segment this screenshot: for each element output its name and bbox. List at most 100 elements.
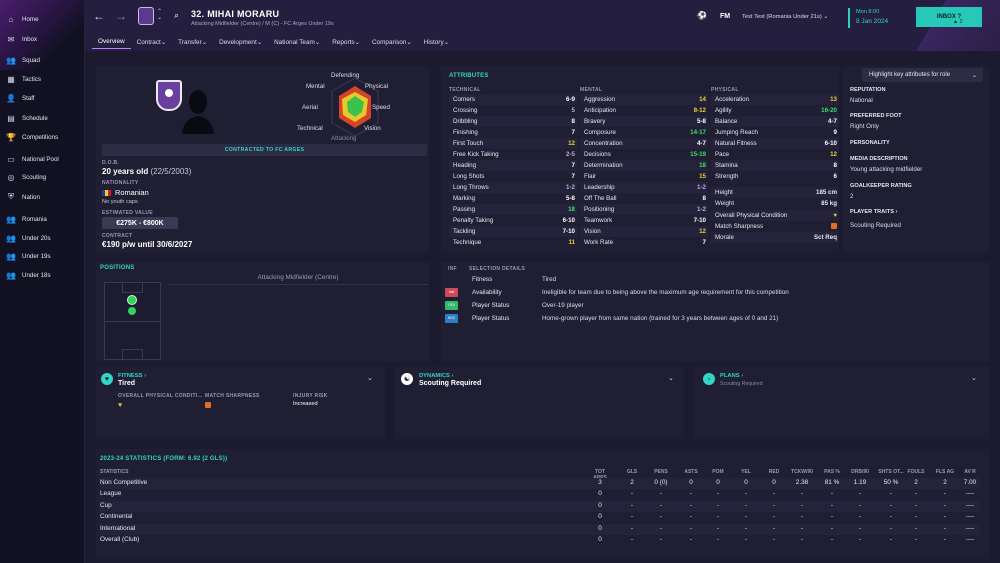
attribute-row[interactable]: Corners 6-9 [449,94,577,105]
tab-development[interactable]: Development ⌄ [213,35,268,49]
attribute-row[interactable]: Aggression 14 [580,94,708,105]
pitch-diagram[interactable] [104,282,161,360]
attribute-row[interactable]: Long Throws 1-2 [449,182,577,193]
sidebar-item-inbox[interactable]: ✉ Inbox [6,32,38,46]
stat-header-cell[interactable]: FLS AG [935,469,955,475]
attribute-row[interactable]: Heading 7 [449,160,577,171]
contract-value[interactable]: €190 p/w until 30/6/2027 [102,240,192,249]
sidebar-item-under-20s[interactable]: 👥 Under 20s [6,231,51,245]
contract-status-banner[interactable]: CONTRACTED TO FC ARGES [102,144,427,156]
tab-history[interactable]: History ⌄ [418,35,455,49]
attribute-row[interactable]: Passing 18 [449,204,577,215]
nationality-value[interactable]: Romanian [102,188,149,197]
stat-header-cell[interactable]: PENS [647,469,675,475]
plans-title[interactable]: PLANS › [720,373,743,379]
selection-row[interactable]: Fitness Tired [445,273,556,285]
fitness-title[interactable]: FITNESS › [118,373,146,379]
attribute-row[interactable]: Finishing 7 [449,127,577,138]
player-traits-link[interactable]: PLAYER TRAITS › [850,209,897,215]
stat-row[interactable]: League 0- - - - - - - - - - - - ---- [100,489,980,500]
attribute-row[interactable]: Determination 18 [580,160,708,171]
tab-contract[interactable]: Contract ⌄ [131,35,173,49]
attribute-row[interactable]: Penalty Taking 6-10 [449,215,577,226]
sidebar-item-romania[interactable]: 👥 Romania [6,212,47,226]
player-switch-icon[interactable]: ⌃ ⌄ [157,9,162,21]
attribute-row[interactable]: Leadership 1-2 [580,182,708,193]
stat-header-cell[interactable]: AV R [960,469,980,475]
tab-comparison[interactable]: Comparison ⌄ [366,35,418,49]
sidebar-item-squad[interactable]: 👥 Squad [6,53,40,67]
attribute-row[interactable]: Pace 12 [711,149,839,160]
manager-name[interactable]: Test Test (Romania Under 21s) ⌄ [742,14,828,20]
back-arrow-icon[interactable]: ← [93,9,105,23]
attribute-row[interactable]: Vision 12 [580,226,708,237]
stat-header-cell[interactable]: DRB/90 [849,469,871,475]
attribute-row[interactable]: Concentration 4-7 [580,138,708,149]
dynamics-title[interactable]: DYNAMICS › [419,373,453,379]
attribute-row[interactable]: Marking 5-8 [449,193,577,204]
stat-header-cell[interactable]: FOULS [906,469,926,475]
highlight-role-dropdown[interactable]: Highlight key attributes for role ⌄ [862,68,983,82]
attribute-row[interactable]: Composure 14-17 [580,127,708,138]
attribute-row[interactable]: Bravery 5-8 [580,116,708,127]
stat-header-cell[interactable]: SHTS OT... [877,469,905,475]
attribute-row[interactable]: Jumping Reach 9 [711,127,839,138]
sidebar-item-scouting[interactable]: ◎ Scouting [6,170,47,184]
attribute-row[interactable]: Work Rate 7 [580,237,708,248]
forward-arrow-icon[interactable]: → [115,9,127,23]
tab-reports[interactable]: Reports ⌄ [326,35,366,49]
tab-national-team[interactable]: National Team ⌄ [268,35,326,49]
attribute-row[interactable]: Flair 15 [580,171,708,182]
stat-row[interactable]: Non Competitive 3 2 0 (0) 0 0 0 0 2.38 81 % 1.19 50… [100,478,980,489]
attribute-row[interactable]: Free Kick Taking 2-5 [449,149,577,160]
sidebar-item-competitions[interactable]: 🏆 Competitions [6,130,58,144]
stat-row[interactable]: Cup 0- - - - - - - - - - - - ---- [100,500,980,512]
stat-row[interactable]: Continental 0- - - - - - - - - - - - ---- [100,512,980,523]
sidebar-item-schedule[interactable]: ▤ Schedule [6,111,48,125]
attribute-row[interactable]: Decisions 15-19 [580,149,708,160]
stat-header-cell[interactable]: YEL [736,469,756,475]
attribute-row[interactable]: Crossing 5 [449,105,577,116]
attribute-row[interactable]: Teamwork 7-10 [580,215,708,226]
attribute-row[interactable]: Strength 6 [711,171,839,182]
stat-header-cell[interactable]: RED [764,469,784,475]
stat-row[interactable]: International 0- - - - - - - - - - - - ---- [100,523,980,535]
club-badge-icon[interactable] [138,7,154,25]
chevron-down-icon[interactable]: ⌄ [668,374,674,382]
attribute-row[interactable]: Agility 16-20 [711,105,839,116]
sidebar-item-nation[interactable]: ⛨ Nation [6,190,40,204]
chevron-down-icon[interactable]: ⌄ [367,374,373,382]
attribute-row[interactable]: Positioning 1-2 [580,204,708,215]
attribute-row[interactable]: Acceleration 13 [711,94,839,105]
stat-header-cell[interactable]: PAS % [820,469,844,475]
date-box[interactable]: Mon 8:00 8 Jan 2024 [848,8,908,28]
stat-header-cell[interactable]: POM [708,469,728,475]
stat-header-cell[interactable]: STATISTICS [100,469,300,475]
chevron-down-icon[interactable]: ⌄ [971,374,977,382]
football-icon[interactable]: ⚽ [697,11,707,20]
attribute-row[interactable]: First Touch 12 [449,138,577,149]
stat-header-cell[interactable]: GLS [622,469,642,475]
attribute-row[interactable]: Tackling 7-10 [449,226,577,237]
attribute-row[interactable]: Stamina 8 [711,160,839,171]
attribute-row[interactable]: Natural Fitness 6-10 [711,138,839,149]
attribute-row[interactable]: Long Shots 7 [449,171,577,182]
attribute-row[interactable]: Technique 11 [449,237,577,248]
inbox-button[interactable]: INBOX ? [916,7,982,27]
attribute-row[interactable]: Balance 4-7 [711,116,839,127]
sidebar-item-tactics[interactable]: ▦ Tactics [6,72,41,86]
stat-header-cell[interactable]: TCKW/90 [790,469,814,475]
stat-row[interactable]: Overall (Club) 0- - - - - - - - - - - - ---- [100,535,980,546]
selection-row[interactable]: Inel Availability Ineligible for team due … [445,286,789,298]
sidebar-item-home[interactable]: ⌂ Home [6,12,39,26]
selection-row[interactable]: O19 Player Status Over-19 player [445,299,584,311]
stat-header-cell[interactable]: ASTS [681,469,701,475]
attribute-row[interactable]: Off The Ball 8 [580,193,708,204]
tab-overview[interactable]: Overview [92,35,131,49]
attribute-row[interactable]: Anticipation 8-12 [580,105,708,116]
sidebar-item-under-19s[interactable]: 👥 Under 19s [6,249,51,263]
sidebar-item-staff[interactable]: 👤 Staff [6,91,35,105]
sidebar-item-under-18s[interactable]: 👥 Under 18s [6,268,51,282]
search-icon[interactable]: ⌕ [174,10,179,21]
tab-transfer[interactable]: Transfer ⌄ [172,35,213,49]
